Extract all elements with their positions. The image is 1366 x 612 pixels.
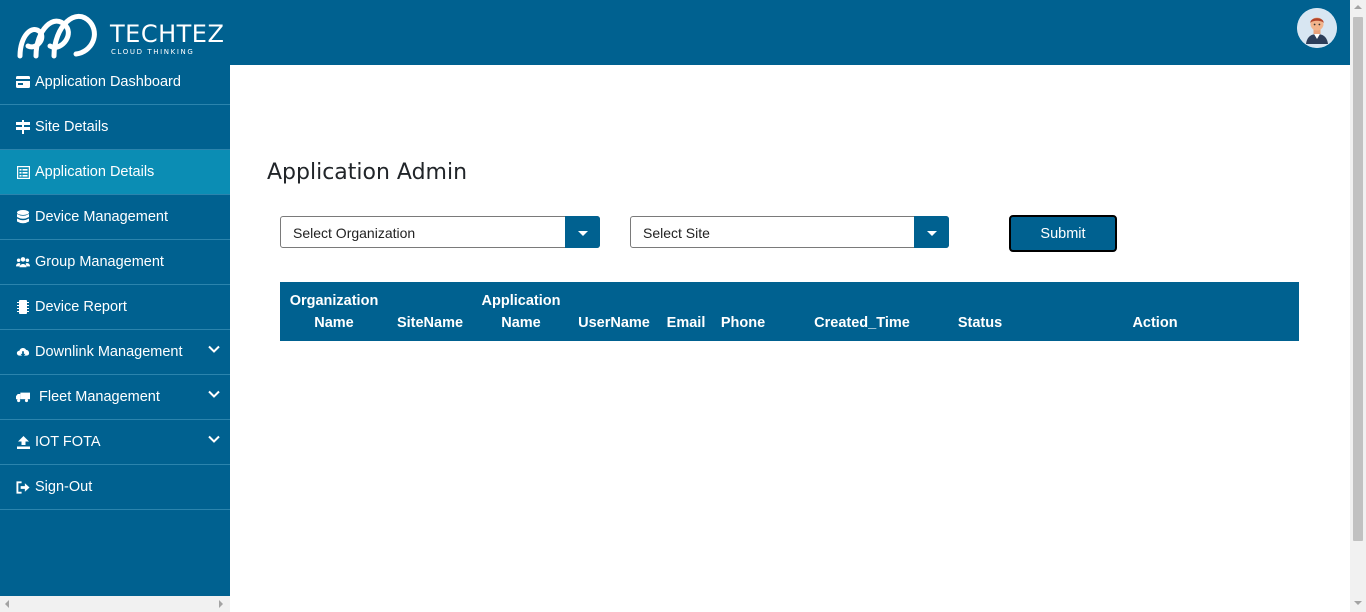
sign-out-icon xyxy=(16,480,30,494)
column-header-action[interactable]: Action xyxy=(1120,312,1190,334)
truck-icon xyxy=(16,390,30,404)
sidebar-item-label: Group Management xyxy=(35,254,164,270)
user-avatar-icon xyxy=(1297,8,1337,48)
sidebar-item-label: Device Management xyxy=(35,209,168,225)
top-bar: TECHTEZ CLOUD THINKING xyxy=(0,0,1350,65)
sidebar-item-device-report[interactable]: Device Report xyxy=(0,285,230,330)
database-icon xyxy=(16,210,30,224)
sidebar-item-label: Fleet Management xyxy=(39,389,160,405)
column-header-email[interactable]: Email xyxy=(662,312,710,334)
sidebar-item-application-dashboard[interactable]: Application Dashboard xyxy=(0,60,230,105)
sidebar-item-iot-fota[interactable]: IOT FOTA xyxy=(0,420,230,465)
column-header-phone[interactable]: Phone xyxy=(716,312,770,334)
scroll-left-arrow-icon[interactable] xyxy=(5,600,9,608)
column-header-organization-name[interactable]: Organization Name xyxy=(286,290,382,334)
sidebar-item-group-management[interactable]: Group Management xyxy=(0,240,230,285)
chevron-down-icon xyxy=(208,345,220,353)
vertical-scrollbar[interactable] xyxy=(1350,0,1366,612)
sidebar-item-fleet-management[interactable]: Fleet Management xyxy=(0,375,230,420)
caret-down-icon xyxy=(578,231,588,236)
organization-select[interactable]: Select Organization xyxy=(280,216,600,248)
site-select-toggle[interactable] xyxy=(914,216,949,248)
chip-icon xyxy=(16,300,30,314)
vertical-scrollbar-thumb[interactable] xyxy=(1353,17,1363,541)
site-select[interactable]: Select Site xyxy=(630,216,949,248)
scroll-down-arrow-icon[interactable] xyxy=(1354,601,1362,605)
column-header-application-name[interactable]: Application Name xyxy=(476,290,566,334)
horizontal-scrollbar[interactable] xyxy=(0,596,230,612)
sidebar-item-label: Application Details xyxy=(35,164,155,180)
upload-icon xyxy=(16,435,30,449)
column-header-user-name[interactable]: UserName xyxy=(574,312,654,334)
sidebar-item-label: Site Details xyxy=(35,119,109,135)
sidebar-item-application-details[interactable]: Application Details xyxy=(0,150,230,195)
site-select-value: Select Site xyxy=(643,225,710,241)
sidebar-item-device-management[interactable]: Device Management xyxy=(0,195,230,240)
caret-down-icon xyxy=(927,231,937,236)
column-header-status[interactable]: Status xyxy=(950,312,1010,334)
sidebar-item-label: Device Report xyxy=(35,299,127,315)
sidebar-item-downlink-management[interactable]: Downlink Management xyxy=(0,330,230,375)
scroll-up-arrow-icon[interactable] xyxy=(1354,5,1362,9)
brand-name: TECHTEZ xyxy=(110,20,225,48)
sidebar-item-site-details[interactable]: Site Details xyxy=(0,105,230,150)
brand-logo[interactable]: TECHTEZ CLOUD THINKING xyxy=(14,6,224,60)
sidebar-item-label: Downlink Management xyxy=(35,344,183,360)
chevron-down-icon xyxy=(208,390,220,398)
column-header-site-name[interactable]: SiteName xyxy=(390,312,470,334)
organization-select-value: Select Organization xyxy=(293,225,416,241)
sidebar-item-label: Sign-Out xyxy=(35,479,93,495)
horizontal-scrollbar-thumb[interactable] xyxy=(14,599,204,608)
sidebar-item-sign-out[interactable]: Sign-Out xyxy=(0,465,230,510)
sidebar-item-label: Application Dashboard xyxy=(35,74,181,90)
user-avatar[interactable] xyxy=(1297,8,1337,48)
organization-select-toggle[interactable] xyxy=(565,216,600,248)
list-alt-icon xyxy=(16,165,30,179)
page-title: Application Admin xyxy=(267,160,468,185)
brand-logo-mark xyxy=(17,13,97,59)
chevron-down-icon xyxy=(208,435,220,443)
table-header: Organization Name SiteName Application N… xyxy=(280,282,1299,341)
brand-tagline: CLOUD THINKING xyxy=(111,48,195,56)
sidebar-item-label: IOT FOTA xyxy=(35,434,101,450)
signpost-icon xyxy=(16,120,30,134)
sidebar: Application Dashboard Site Details Appli… xyxy=(0,60,230,596)
scroll-right-arrow-icon[interactable] xyxy=(219,600,223,608)
cloud-download-icon xyxy=(16,345,30,359)
dashboard-card-icon xyxy=(16,75,30,89)
users-icon xyxy=(16,255,30,269)
submit-button[interactable]: Submit xyxy=(1009,215,1117,252)
column-header-created-time[interactable]: Created_Time xyxy=(806,312,918,334)
